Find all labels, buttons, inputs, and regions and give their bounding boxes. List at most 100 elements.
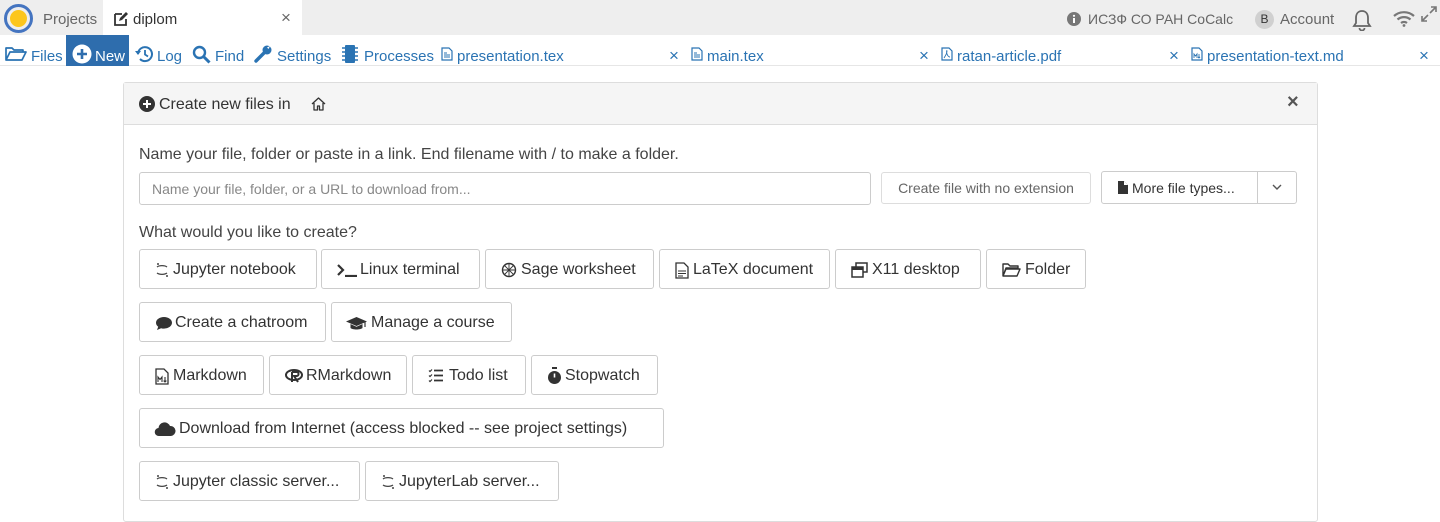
file-tab-main-tex[interactable]: main.tex × <box>690 35 932 66</box>
sage-icon <box>501 262 517 278</box>
latex-document-button[interactable]: LaTeX document <box>659 249 830 289</box>
info-icon[interactable] <box>1067 12 1081 26</box>
file-icon <box>1118 181 1128 194</box>
top-bar: Projects diplom × ИСЗФ СО РАН CoCalc B A… <box>0 0 1440 35</box>
button-label: Sage worksheet <box>521 261 636 278</box>
panel-title: Create new files in <box>159 96 291 113</box>
jupyter-icon <box>156 475 168 489</box>
filename-hint: Name your file, folder or paste in a lin… <box>139 146 679 163</box>
button-label: Jupyter classic server... <box>173 473 340 490</box>
search-icon <box>192 45 211 64</box>
expand-icon[interactable] <box>1421 6 1437 22</box>
button-label: RMarkdown <box>306 367 392 384</box>
linux-terminal-button[interactable]: Linux terminal <box>321 249 480 289</box>
find-button[interactable]: Find <box>190 35 245 66</box>
comment-icon <box>156 317 172 330</box>
file-tab-label: main.tex <box>707 48 764 65</box>
r-logo-icon <box>285 369 303 383</box>
filename-input[interactable] <box>139 172 871 205</box>
projects-tab[interactable]: Projects <box>36 0 103 35</box>
create-question: What would you like to create? <box>139 224 357 241</box>
microchip-icon <box>342 45 358 63</box>
more-file-types-button[interactable]: More file types... <box>1101 171 1297 204</box>
todo-list-button[interactable]: Todo list <box>412 355 526 395</box>
find-label: Find <box>215 48 245 65</box>
new-button[interactable]: New <box>66 35 129 66</box>
tasks-icon <box>428 369 443 383</box>
wifi-icon[interactable] <box>1393 11 1415 27</box>
cocalc-logo-icon[interactable] <box>3 3 34 34</box>
manage-course-button[interactable]: Manage a course <box>331 302 512 342</box>
tex-file-icon <box>441 47 453 61</box>
terminal-icon <box>337 264 357 277</box>
button-label: Jupyter notebook <box>173 261 296 278</box>
settings-button[interactable]: Settings <box>251 35 334 66</box>
button-label: LaTeX document <box>693 261 814 278</box>
plus-circle-icon <box>139 96 155 112</box>
file-tab-presentation-tex[interactable]: presentation.tex × <box>440 35 682 66</box>
project-action-bar: Files New Log Find Settings Processes pr… <box>0 35 1440 66</box>
panel-header: Create new files in × <box>124 83 1317 125</box>
bell-icon[interactable] <box>1351 9 1373 31</box>
jupyter-notebook-button[interactable]: Jupyter notebook <box>139 249 317 289</box>
file-tab-label: presentation.tex <box>457 48 564 65</box>
more-file-types-label: More file types... <box>1132 180 1235 196</box>
button-label: Linux terminal <box>360 261 460 278</box>
log-button[interactable]: Log <box>132 35 184 66</box>
chevron-down-icon[interactable] <box>1271 183 1283 191</box>
file-tab-label: ratan-article.pdf <box>957 48 1062 65</box>
close-file-tab-icon[interactable]: × <box>1169 46 1179 66</box>
jupyter-icon <box>156 263 168 277</box>
markdown-file-icon <box>155 368 169 385</box>
tex-file-icon <box>675 262 689 279</box>
close-project-tab-icon[interactable]: × <box>281 8 291 28</box>
tex-file-icon <box>691 47 703 61</box>
pdf-file-icon <box>941 47 953 61</box>
log-label: Log <box>157 48 183 65</box>
jupyter-classic-server-button[interactable]: Jupyter classic server... <box>139 461 360 501</box>
button-label: Markdown <box>173 367 247 384</box>
rmarkdown-button[interactable]: RMarkdown <box>269 355 407 395</box>
new-file-panel: Create new files in × Name your file, fo… <box>123 82 1318 522</box>
x11-desktop-button[interactable]: X11 desktop <box>835 249 981 289</box>
plus-circle-icon <box>72 44 92 64</box>
markdown-button[interactable]: Markdown <box>139 355 264 395</box>
button-label: Manage a course <box>371 314 495 331</box>
edit-icon <box>114 12 128 26</box>
folder-button[interactable]: Folder <box>986 249 1086 289</box>
home-icon[interactable] <box>311 97 326 111</box>
projects-tab-label: Projects <box>43 11 98 28</box>
create-no-extension-button[interactable]: Create file with no extension <box>881 172 1091 204</box>
download-from-internet-button[interactable]: Download from Internet (access blocked -… <box>139 408 664 448</box>
folder-open-icon <box>1002 263 1021 277</box>
button-label: Todo list <box>449 367 508 384</box>
history-icon <box>135 46 153 63</box>
account-label[interactable]: Account <box>1280 11 1334 28</box>
jupyterlab-server-button[interactable]: JupyterLab server... <box>365 461 559 501</box>
stopwatch-button[interactable]: Stopwatch <box>531 355 658 395</box>
button-label: Download from Internet (access blocked -… <box>179 420 628 437</box>
button-label: JupyterLab server... <box>399 473 540 490</box>
button-label: X11 desktop <box>872 261 960 278</box>
site-name[interactable]: ИСЗФ СО РАН CoCalc <box>1088 11 1233 27</box>
close-file-tab-icon[interactable]: × <box>1419 46 1429 66</box>
file-tab-presentation-text-md[interactable]: presentation-text.md × <box>1190 35 1432 66</box>
button-label: Folder <box>1025 261 1071 278</box>
processes-button[interactable]: Processes <box>340 35 435 66</box>
file-tab-label: presentation-text.md <box>1207 48 1344 65</box>
dropdown-separator <box>1257 172 1258 203</box>
account-avatar[interactable]: B <box>1255 10 1274 29</box>
close-panel-icon[interactable]: × <box>1287 91 1299 114</box>
create-chatroom-button[interactable]: Create a chatroom <box>139 302 326 342</box>
stopwatch-icon <box>548 367 561 384</box>
project-tab-diplom[interactable]: diplom × <box>103 0 302 35</box>
button-label: Create a chatroom <box>175 314 308 331</box>
settings-label: Settings <box>277 48 332 65</box>
folder-open-icon <box>5 47 27 61</box>
project-tab-label: diplom <box>133 11 178 28</box>
close-file-tab-icon[interactable]: × <box>919 46 929 66</box>
close-file-tab-icon[interactable]: × <box>669 46 679 66</box>
files-button[interactable]: Files <box>0 35 64 66</box>
sage-worksheet-button[interactable]: Sage worksheet <box>485 249 654 289</box>
file-tab-ratan-article-pdf[interactable]: ratan-article.pdf × <box>940 35 1182 66</box>
